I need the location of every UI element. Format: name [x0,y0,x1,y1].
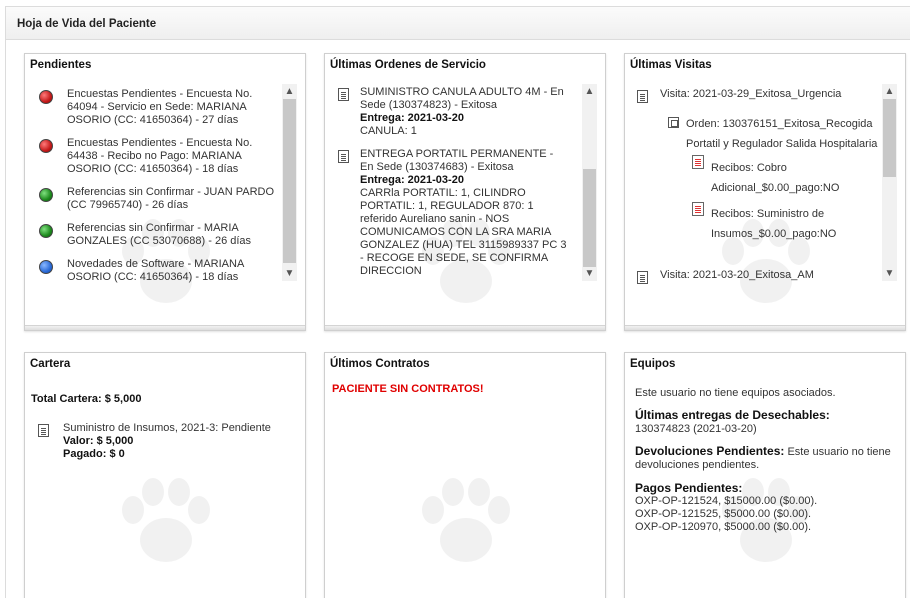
order-icon [668,117,679,128]
panel-footer [325,325,605,330]
orden-detail: CANULA: 1 [360,125,417,137]
receipt-icon [692,202,704,216]
cartera-valor: Valor: $ 5,000 [63,435,134,447]
orden-title[interactable]: SUMINISTRO CANULA ADULTO 4M - En Sede (1… [360,86,565,112]
ordenes-list[interactable]: SUMINISTRO CANULA ADULTO 4M - En Sede (1… [325,82,605,318]
visitas-title: Últimas Visitas [630,59,712,71]
red-status-icon [39,139,53,153]
visitas-scrollbar[interactable]: ▲ ▼ [882,84,897,281]
recibo-link[interactable]: Recibos: Suministro de [711,208,824,221]
recibo-link[interactable]: Recibos: Cobro [711,162,787,175]
document-icon [637,271,648,284]
document-icon [338,88,349,101]
no-equipos-text: Este usuario no tiene equipos asociados. [635,387,836,399]
receipt-icon [692,155,704,169]
ordenes-scrollbar[interactable]: ▲ ▼ [582,84,597,281]
equipos-title: Equipos [630,358,676,370]
scroll-thumb[interactable] [883,99,896,177]
scroll-up-icon[interactable]: ▲ [282,84,297,99]
scroll-thumb[interactable] [283,99,296,263]
paw-watermark [122,478,210,562]
pendientes-panel: Pendientes Encuestas Pendientes - Encues… [24,53,306,331]
pagos-label: Pagos Pendientes: [635,481,743,495]
page-title: Hoja de Vida del Paciente [17,18,157,30]
ordenes-panel: Últimas Ordenes de Servicio SUMINISTRO C… [324,53,606,331]
pendiente-text: Encuestas Pendientes - Encuesta No. 6443… [67,137,253,175]
pendientes-list[interactable]: Encuestas Pendientes - Encuesta No. 6409… [25,82,305,318]
green-status-icon [39,188,53,202]
orden-link-continued[interactable]: Portatil y Regulador Salida Hospitalaria [686,138,877,151]
green-status-icon [39,224,53,238]
devoluciones-block: Devoluciones Pendientes: Este usuario no… [635,445,897,472]
contratos-panel: Últimos Contratos PACIENTE SIN CONTRATOS… [324,352,606,598]
pendientes-title: Pendientes [30,59,92,71]
ordenes-title: Últimas Ordenes de Servicio [330,59,486,71]
recibo-link-continued[interactable]: Insumos_$0.00_pago:NO [711,228,836,241]
contratos-empty-message: PACIENTE SIN CONTRATOS! [332,383,484,395]
pendiente-text: Novedades de Software - MARIANA OSORIO (… [67,258,244,283]
orden-link[interactable]: Orden: 130376151_Exitosa_Recogida [686,118,873,131]
scroll-down-icon[interactable]: ▼ [282,266,297,281]
visitas-list[interactable]: Visita: 2021-03-29_Exitosa_Urgencia Orde… [625,82,905,318]
scroll-up-icon[interactable]: ▲ [882,84,897,99]
visita-item[interactable]: Visita: 2021-03-29_Exitosa_Urgencia [660,88,841,101]
pendiente-text: Referencias sin Confirmar - MARIA GONZAL… [67,222,252,247]
page-header: Hoja de Vida del Paciente [5,6,910,40]
recibo-link-continued[interactable]: Adicional_$0.00_pago:NO [711,182,839,195]
entregas-value: 130374823 (2021-03-20) [635,423,757,435]
paw-watermark [422,478,510,562]
contratos-title: Últimos Contratos [330,358,430,370]
scroll-down-icon[interactable]: ▼ [582,266,597,281]
pendiente-text: Referencias sin Confirmar - JUAN PARDO (… [67,186,275,211]
scroll-down-icon[interactable]: ▼ [882,266,897,281]
scroll-up-icon[interactable]: ▲ [582,84,597,99]
pago-item: OXP-OP-121524, $15000.00 ($0.00). [635,495,818,507]
pago-item: OXP-OP-121525, $5000.00 ($0.00). [635,508,812,520]
pendiente-text: Encuestas Pendientes - Encuesta No. 6409… [67,88,253,126]
document-icon [38,424,49,437]
devoluciones-label: Devoluciones Pendientes: [635,444,785,458]
panel-footer [25,325,305,330]
pago-item: OXP-OP-120970, $5000.00 ($0.00). [635,521,812,533]
orden-entrega: Entrega: 2021-03-20 [360,174,464,186]
document-icon [338,150,349,163]
cartera-total: Total Cartera: $ 5,000 [31,393,142,405]
cartera-pagado: Pagado: $ 0 [63,448,125,460]
orden-entrega: Entrega: 2021-03-20 [360,112,464,124]
orden-title[interactable]: ENTREGA PORTATIL PERMANENTE - En Sede (1… [360,148,565,174]
panel-footer [625,325,905,330]
red-status-icon [39,90,53,104]
document-icon [637,90,648,103]
pendientes-scrollbar[interactable]: ▲ ▼ [282,84,297,281]
cartera-panel: Cartera Total Cartera: $ 5,000 Suministr… [24,352,306,598]
cartera-title: Cartera [30,358,71,370]
orden-detail: CARRla PORTATIL: 1, CILINDRO PORTATIL: 1… [360,187,567,277]
visita-item[interactable]: Visita: 2021-03-20_Exitosa_AM [660,269,814,282]
equipos-panel: Equipos Este usuario no tiene equipos as… [624,352,906,598]
scroll-thumb[interactable] [583,169,596,267]
visitas-panel: Últimas Visitas Visita: 2021-03-29_Exito… [624,53,906,331]
blue-status-icon [39,260,53,274]
cartera-item[interactable]: Suministro de Insumos, 2021-3: Pendiente [63,422,271,435]
entregas-label: Últimas entregas de Desechables: [635,408,830,422]
